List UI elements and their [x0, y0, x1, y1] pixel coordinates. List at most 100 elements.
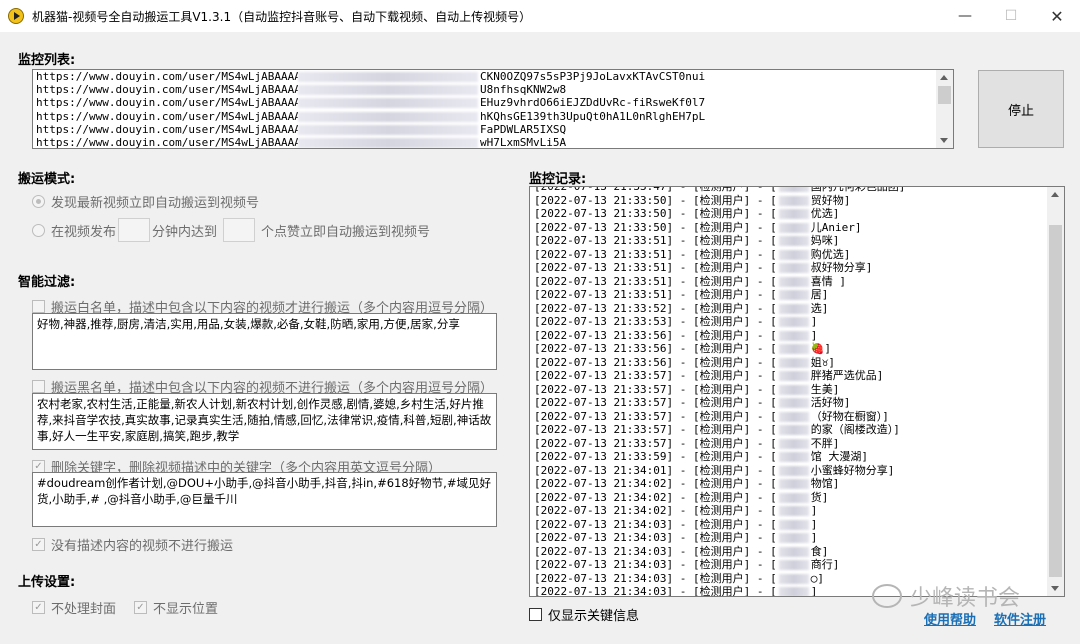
- log-sep: -: [673, 288, 693, 301]
- log-entry: [2022-07-13 21:34:03] - [检测用户] - []: [534, 531, 1046, 545]
- log-sep2: - [: [750, 342, 777, 355]
- log-tag: [检测用户]: [692, 558, 751, 571]
- url-list-item[interactable]: https://www.douyin.com/user/MS4wLjABAAAA…: [33, 96, 953, 109]
- url-list-scrollbar[interactable]: [936, 70, 953, 148]
- stop-button[interactable]: 停止: [978, 70, 1064, 148]
- log-sep2: - [: [750, 544, 777, 558]
- log-time: [2022-07-13 21:33:57]: [534, 409, 674, 423]
- log-entry: [2022-07-13 21:33:51] - [检测用户] - [妈咪]: [534, 234, 1046, 248]
- url-suffix: EHuz9vhrdO66iEJZDdUvRc-fiRsweKf0l7: [480, 96, 706, 110]
- radio-likes[interactable]: [32, 223, 45, 237]
- log-sep: -: [673, 342, 693, 355]
- log-sep2: - [: [750, 382, 777, 396]
- log-time: [2022-07-13 21:33:50]: [534, 220, 674, 234]
- log-tag: [检测用户]: [692, 450, 751, 463]
- log-time: [2022-07-13 21:33:50]: [534, 193, 674, 207]
- close-button[interactable]: ✕: [1034, 0, 1080, 32]
- log-time: [2022-07-13 21:34:03]: [534, 585, 674, 597]
- log-scroll-down-icon[interactable]: [1051, 586, 1059, 591]
- scroll-down-icon[interactable]: [940, 138, 948, 143]
- log-entry: [2022-07-13 21:33:53] - [检测用户] - []: [534, 315, 1046, 329]
- scroll-up-icon[interactable]: [940, 75, 948, 80]
- log-tag: [检测用户]: [692, 369, 751, 382]
- help-link[interactable]: 使用帮助: [924, 609, 976, 628]
- log-sep2: - [: [750, 261, 777, 274]
- log-time: [2022-07-13 21:34:01]: [534, 463, 674, 477]
- log-user-name: 生美]: [810, 382, 840, 396]
- monitor-log[interactable]: [2022-07-13 21:33:47] - [检测用户] - [国内几何彩色…: [529, 186, 1065, 597]
- key-only-checkbox-row[interactable]: 仅显示关键信息: [529, 605, 639, 624]
- log-sep: -: [673, 247, 693, 261]
- log-sep: -: [673, 450, 693, 463]
- watermark: 少峰读书会: [872, 580, 1020, 612]
- monitor-url-list[interactable]: https://www.douyin.com/user/MS4wLjABAAAA…: [32, 69, 954, 149]
- log-sep2: - [: [750, 585, 777, 597]
- log-tag: [检测用户]: [692, 517, 751, 531]
- mode-option-likes[interactable]: 在视频发布 分钟内达到 个点赞立即自动搬运到视频号: [32, 218, 430, 242]
- url-list-item[interactable]: https://www.douyin.com/user/MS4wLjABAAAA…: [33, 83, 953, 96]
- log-scroll-up-icon[interactable]: [1051, 192, 1059, 197]
- no-desc-checkbox-row[interactable]: ✓ 没有描述内容的视频不进行搬运: [32, 535, 233, 554]
- log-scroll-thumb[interactable]: [1049, 225, 1062, 577]
- log-time: [2022-07-13 21:34:02]: [534, 490, 674, 504]
- scroll-thumb[interactable]: [938, 86, 951, 104]
- radio-instant[interactable]: [32, 195, 45, 208]
- url-list-item[interactable]: https://www.douyin.com/user/MS4wLjABAAAA…: [33, 110, 953, 123]
- mode-option-instant-label: 发现最新视频立即自动搬运到视频号: [51, 196, 260, 211]
- log-time: [2022-07-13 21:34:03]: [534, 558, 674, 571]
- log-tag: [检测用户]: [692, 382, 751, 396]
- no-desc-checkbox[interactable]: ✓: [32, 538, 45, 551]
- no-cover-checkbox-row[interactable]: ✓ 不处理封面: [32, 598, 116, 617]
- register-link[interactable]: 软件注册: [994, 609, 1046, 628]
- no-cover-checkbox[interactable]: ✓: [32, 601, 45, 614]
- keyword-textarea[interactable]: #doudream创作者计划,@DOU+小助手,@抖音小助手,抖音,抖in,#6…: [32, 472, 497, 527]
- redacted-region: [778, 303, 809, 314]
- log-time: [2022-07-13 21:33:50]: [534, 207, 674, 220]
- log-sep2: - [: [750, 186, 777, 193]
- log-sep2: - [: [750, 517, 777, 531]
- log-tag: [检测用户]: [692, 315, 751, 328]
- whitelist-checkbox[interactable]: [32, 300, 45, 313]
- log-sep: -: [673, 355, 693, 369]
- log-user-name: 胖猪严选优品]: [810, 369, 884, 382]
- log-sep: -: [673, 504, 693, 517]
- log-time: [2022-07-13 21:33:51]: [534, 261, 674, 274]
- log-tag: [检测用户]: [692, 396, 751, 409]
- log-tag: [检测用户]: [692, 355, 751, 369]
- whitelist-textarea[interactable]: 好物,神器,推荐,厨房,清洁,实用,用品,女装,爆款,必备,女鞋,防晒,家用,方…: [32, 313, 497, 370]
- blacklist-textarea[interactable]: 农村老家,农村生活,正能量,新农人计划,新农村计划,创作灵感,剧情,婆媳,乡村生…: [32, 393, 497, 450]
- minutes-input[interactable]: [118, 218, 151, 242]
- log-tag: [检测用户]: [692, 186, 751, 193]
- log-tag: [检测用户]: [692, 261, 751, 274]
- log-scrollbar[interactable]: [1047, 187, 1064, 596]
- log-time: [2022-07-13 21:33:51]: [534, 274, 674, 288]
- no-location-checkbox[interactable]: ✓: [134, 601, 147, 614]
- likes-input[interactable]: [223, 218, 255, 242]
- log-sep2: - [: [750, 490, 777, 504]
- log-user-name: 活好物]: [810, 396, 851, 409]
- blacklist-checkbox[interactable]: [32, 380, 45, 393]
- redacted-region: [778, 533, 809, 543]
- log-tag: [检测用户]: [692, 477, 751, 490]
- filter-title: 智能过滤:: [18, 275, 76, 290]
- log-time: [2022-07-13 21:34:03]: [534, 544, 674, 558]
- log-tag: [检测用户]: [692, 585, 751, 597]
- minimize-button[interactable]: —: [942, 0, 988, 32]
- url-suffix: hKQhsGE139th3UpuQt0hA1L0nRlghEH7pL: [480, 109, 706, 123]
- log-entry: [2022-07-13 21:33:57] - [检测用户] - [不胖]: [534, 437, 1046, 451]
- redacted-region: [778, 438, 809, 449]
- log-time: [2022-07-13 21:33:57]: [534, 423, 674, 436]
- url-list-item[interactable]: https://www.douyin.com/user/MS4wLjABAAAA…: [33, 136, 953, 148]
- key-only-checkbox[interactable]: [529, 608, 542, 621]
- log-time: [2022-07-13 21:34:02]: [534, 504, 674, 517]
- url-list-item[interactable]: https://www.douyin.com/user/MS4wLjABAAAA…: [33, 70, 953, 83]
- mode-option-instant[interactable]: 发现最新视频立即自动搬运到视频号: [32, 192, 259, 211]
- redacted-region: [778, 384, 809, 395]
- log-user-name: 货]: [810, 490, 829, 504]
- no-location-checkbox-row[interactable]: ✓ 不显示位置: [134, 598, 218, 617]
- maximize-button[interactable]: ☐: [988, 0, 1034, 32]
- log-entry: [2022-07-13 21:33:50] - [检测用户] - [贸好物]: [534, 194, 1046, 208]
- url-list-item[interactable]: https://www.douyin.com/user/MS4wLjABAAAA…: [33, 123, 953, 136]
- log-sep: -: [673, 207, 693, 220]
- log-time: [2022-07-13 21:33:57]: [534, 396, 674, 409]
